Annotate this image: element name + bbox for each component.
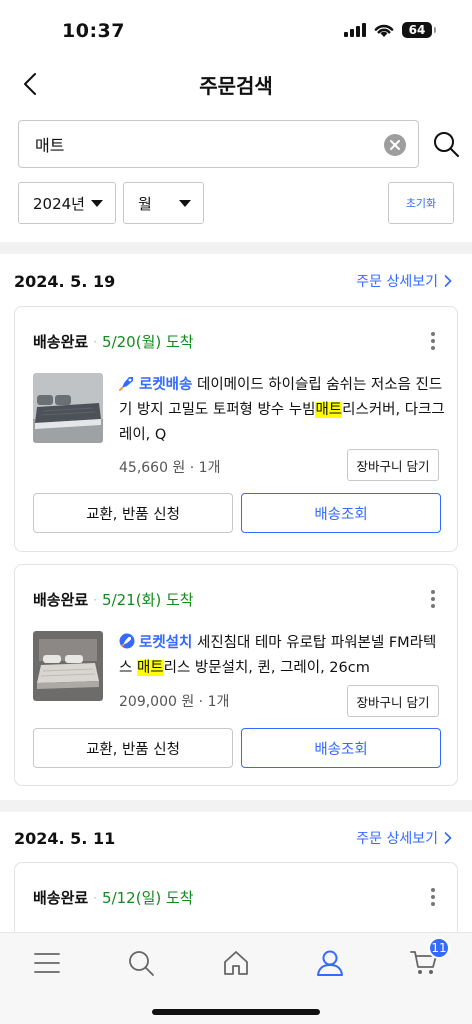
caret-down-icon <box>179 200 191 207</box>
close-icon <box>390 140 400 150</box>
bottom-tab-bar: 11 <box>0 932 472 1024</box>
track-delivery-button[interactable]: 배송조회 <box>241 493 441 533</box>
order-date: 2024. 5. 11 <box>14 829 116 848</box>
menu-icon <box>34 953 60 973</box>
order-card: 배송완료 · 5/20(월) 도착 로켓배송 데이메이드 하이슬립 숨쉬는 저소… <box>14 306 458 552</box>
add-to-cart-button[interactable]: 장바구니 담기 <box>347 685 439 717</box>
status-label: 배송완료 <box>33 591 89 609</box>
price-quantity: 45,660 원 · 1개 <box>119 460 221 476</box>
cellular-signal-icon <box>344 23 366 37</box>
rocket-delivery-badge: 로켓배송 <box>139 377 193 393</box>
order-detail-link[interactable]: 주문 상세보기 <box>356 271 452 291</box>
product-title[interactable]: 로켓배송 데이메이드 하이슬립 숨쉬는 저소음 진드기 방지 고밀도 토퍼형 방… <box>119 373 445 448</box>
delivery-date: 5/12(일) 도착 <box>102 889 194 907</box>
clear-search-button[interactable] <box>384 134 406 156</box>
price-quantity: 209,000 원 · 1개 <box>119 694 230 710</box>
mattress-image <box>33 373 103 443</box>
separator-dot: · <box>93 334 98 349</box>
more-dots-icon <box>431 888 435 892</box>
nav-bar: 주문검색 <box>0 60 472 108</box>
tab-home[interactable] <box>216 943 256 983</box>
tab-my-account[interactable] <box>310 943 350 983</box>
order-card: 배송완료 · 5/21(화) 도착 로켓설치 세진침대 테마 유로탑 파워본넬 … <box>14 564 458 786</box>
chevron-right-icon <box>444 832 452 844</box>
more-options-button[interactable] <box>423 587 443 611</box>
status-label: 배송완료 <box>33 889 89 907</box>
bed-image <box>33 631 103 701</box>
product-title[interactable]: 로켓설치 세진침대 테마 유로탑 파워본넬 FM라텍스 매트리스 방문설치, 퀸… <box>119 631 445 681</box>
order-date: 2024. 5. 19 <box>14 272 116 291</box>
delivery-status: 배송완료 · 5/12(일) 도착 <box>33 887 194 908</box>
separator-dot: · <box>93 890 98 905</box>
year-select-value: 2024년 <box>33 194 85 213</box>
search-input[interactable] <box>35 121 375 167</box>
search-row <box>18 120 460 168</box>
tab-search[interactable] <box>121 943 161 983</box>
exchange-return-button[interactable]: 교환, 반품 신청 <box>33 728 233 768</box>
add-to-cart-button[interactable]: 장바구니 담기 <box>347 449 439 481</box>
order-group-header: 2024. 5. 11 주문 상세보기 <box>0 815 472 863</box>
wifi-icon <box>374 24 394 37</box>
more-dots-icon <box>431 332 435 336</box>
home-icon <box>224 951 248 975</box>
delivery-date: 5/21(화) 도착 <box>102 591 194 609</box>
product-title-text: 리스 방문설치, 퀸, 그레이, 26cm <box>163 660 370 676</box>
install-rocket-icon <box>119 633 135 649</box>
battery-level: 64 <box>408 23 426 37</box>
status-time: 10:37 <box>62 20 125 42</box>
search-box <box>18 120 419 168</box>
home-indicator <box>152 1009 320 1015</box>
product-thumbnail[interactable] <box>33 373 103 443</box>
search-icon <box>434 132 459 157</box>
status-label: 배송완료 <box>33 333 89 351</box>
section-divider <box>0 242 472 254</box>
order-detail-label: 주문 상세보기 <box>356 274 438 290</box>
chevron-right-icon <box>444 275 452 287</box>
search-icon <box>129 951 154 976</box>
rocket-icon <box>119 377 133 391</box>
user-icon <box>317 950 343 976</box>
cart-count-badge: 11 <box>428 937 450 959</box>
order-group-header: 2024. 5. 19 주문 상세보기 <box>0 258 472 306</box>
separator-dot: · <box>93 592 98 607</box>
status-bar: 10:37 64 <box>0 0 472 60</box>
reset-button[interactable]: 초기화 <box>388 182 454 224</box>
tab-cart[interactable]: 11 <box>404 937 450 983</box>
tab-menu[interactable] <box>27 943 67 983</box>
order-detail-label: 주문 상세보기 <box>356 831 438 847</box>
filter-row: 2024년 월 초기화 <box>18 182 454 224</box>
search-highlight: 매트 <box>315 402 343 418</box>
product-thumbnail[interactable] <box>33 631 103 701</box>
more-options-button[interactable] <box>423 329 443 353</box>
battery-icon: 64 <box>402 22 436 38</box>
page-title: 주문검색 <box>199 74 273 98</box>
exchange-return-button[interactable]: 교환, 반품 신청 <box>33 493 233 533</box>
order-detail-link[interactable]: 주문 상세보기 <box>356 828 452 848</box>
more-options-button[interactable] <box>423 885 443 909</box>
month-select-value: 월 <box>138 194 152 213</box>
rocket-install-badge: 로켓설치 <box>139 635 193 651</box>
year-select[interactable]: 2024년 <box>18 182 116 224</box>
track-delivery-button[interactable]: 배송조회 <box>241 728 441 768</box>
more-dots-icon <box>431 590 435 594</box>
delivery-status: 배송완료 · 5/20(월) 도착 <box>33 331 194 352</box>
section-divider <box>0 800 472 812</box>
delivery-status: 배송완료 · 5/21(화) 도착 <box>33 589 194 610</box>
caret-down-icon <box>91 200 103 207</box>
month-select[interactable]: 월 <box>123 182 204 224</box>
delivery-date: 5/20(월) 도착 <box>102 333 194 351</box>
status-icons: 64 <box>344 22 436 38</box>
search-highlight: 매트 <box>136 660 164 676</box>
search-button[interactable] <box>432 130 460 158</box>
